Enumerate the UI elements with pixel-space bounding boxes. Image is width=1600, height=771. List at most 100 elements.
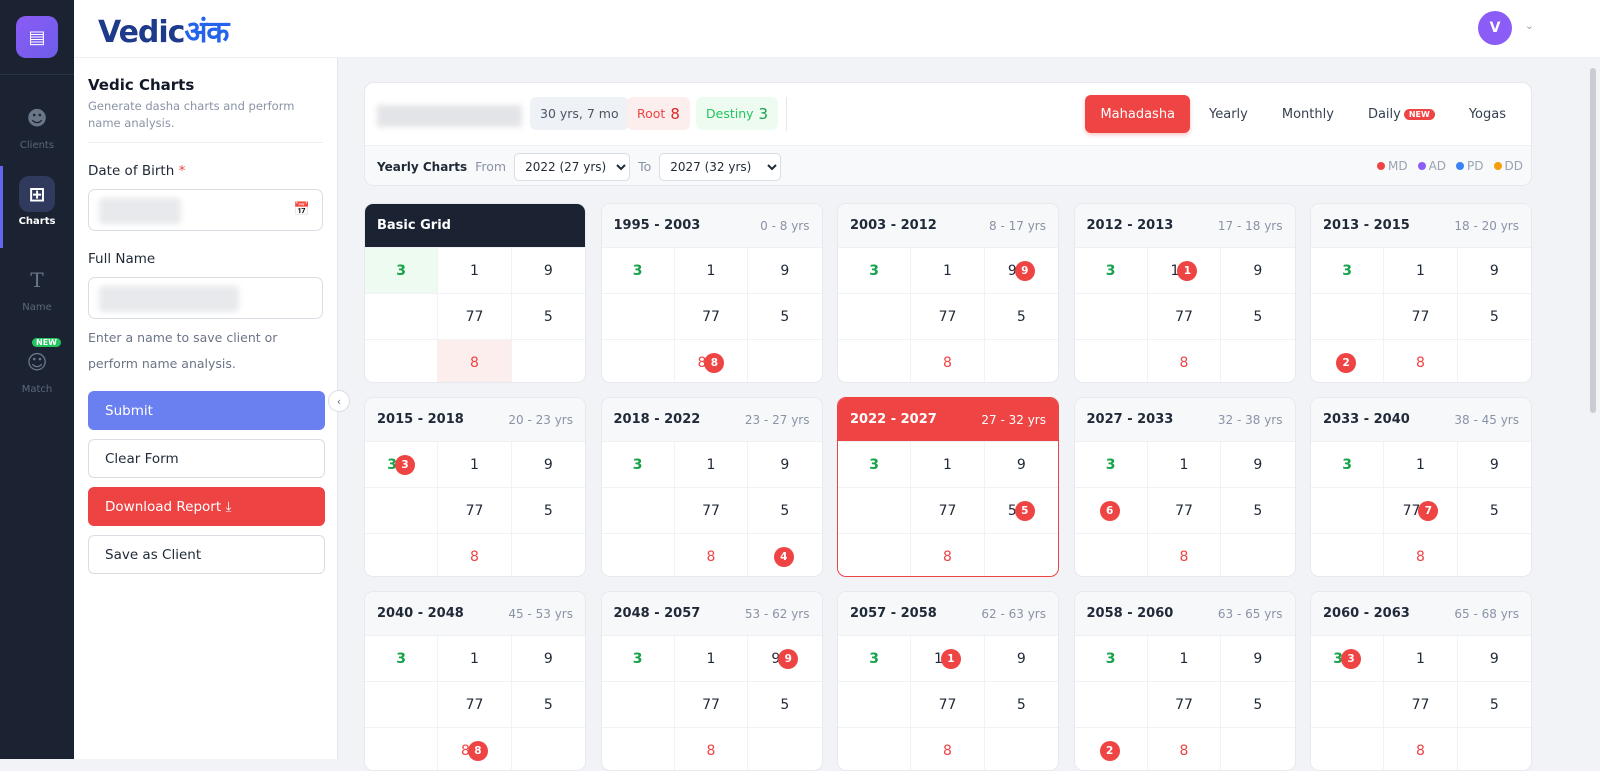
cell-value: 9 bbox=[1489, 262, 1499, 279]
legend-dot bbox=[1417, 162, 1426, 170]
dasha-card[interactable]: 2018 - 2022 23 - 27 yrs 3 1 9 77 5 8 4 bbox=[600, 397, 823, 577]
clear-form-button[interactable]: Clear Form bbox=[88, 439, 325, 478]
year-filter: Yearly Charts From 2022 (27 yrs) To 2027… bbox=[365, 145, 1531, 185]
number-grid: 3 1 9 77 5 2 8 bbox=[1074, 636, 1295, 770]
legend-label: DD bbox=[1504, 159, 1523, 173]
card-years: 20 - 23 yrs bbox=[508, 412, 573, 427]
card-header: 2022 - 2027 27 - 32 yrs bbox=[838, 398, 1058, 442]
brand-logo[interactable]: Vedicअंक bbox=[98, 10, 229, 51]
card-header: 2012 - 2013 17 - 18 yrs bbox=[1074, 204, 1295, 248]
grid-cell bbox=[602, 340, 675, 382]
grid-cell: 77 bbox=[438, 294, 512, 340]
grid-cell: 9 bbox=[1221, 636, 1295, 682]
grid-cell: 3 bbox=[1074, 636, 1148, 682]
scrollbar[interactable] bbox=[1590, 68, 1596, 413]
card-years: 45 - 53 yrs bbox=[508, 606, 573, 621]
calendar-icon[interactable]: 📅 bbox=[294, 202, 310, 217]
dasha-card[interactable]: 2027 - 2033 32 - 38 yrs 3 1 9 6 77 5 8 bbox=[1073, 397, 1296, 577]
grid-cell bbox=[365, 534, 439, 576]
nav-name[interactable]: T Name bbox=[0, 262, 74, 313]
dasha-card[interactable]: 2022 - 2027 27 - 32 yrs 3 1 9 77 5 5 8 bbox=[837, 397, 1059, 577]
grid-cell: 3 bbox=[365, 636, 439, 682]
cell-value: 3 bbox=[1342, 262, 1353, 279]
age-badge: 30 yrs, 7 mo bbox=[530, 97, 629, 130]
grid-cell: 9 bbox=[1457, 636, 1531, 682]
number-grid: 3 1 9 77 7 5 8 bbox=[1311, 442, 1531, 576]
dasha-card[interactable]: 1995 - 2003 0 - 8 yrs 3 1 9 77 5 8 8 bbox=[600, 203, 823, 383]
nav-rail: ▤ ☻ Clients ⊞ Charts T Name NEW ☺ Match bbox=[0, 0, 74, 759]
cell-value: 8 bbox=[1179, 354, 1189, 371]
tab-label: Mahadasha bbox=[1100, 106, 1176, 122]
dasha-card[interactable]: 2013 - 2015 18 - 20 yrs 3 1 9 77 5 2 8 bbox=[1310, 203, 1532, 383]
chevron-down-icon[interactable]: ⌄ bbox=[1525, 19, 1534, 32]
app-logo-icon[interactable]: ▤ bbox=[16, 16, 58, 58]
tab-label: Yogas bbox=[1468, 106, 1506, 122]
grid-cell bbox=[601, 294, 675, 340]
cell-value: 1 bbox=[1179, 650, 1189, 667]
dasha-card[interactable]: 2058 - 2060 63 - 65 yrs 3 1 9 77 5 2 8 bbox=[1073, 591, 1296, 771]
grid-cell: 77 bbox=[1384, 682, 1458, 728]
save-client-button[interactable]: Save as Client bbox=[88, 535, 325, 574]
divider bbox=[0, 74, 74, 75]
card-title: 2015 - 2018 bbox=[377, 412, 464, 427]
download-report-button[interactable]: Download Report ⤓ bbox=[88, 487, 325, 526]
dasha-card[interactable]: 2040 - 2048 45 - 53 yrs 3 1 9 77 5 8 8 bbox=[364, 591, 586, 771]
dasha-card[interactable]: 2057 - 2058 62 - 63 yrs 3 1 1 9 77 5 8 bbox=[837, 591, 1059, 771]
dasha-card[interactable]: 2015 - 2018 20 - 23 yrs 3 3 1 9 77 5 8 bbox=[364, 397, 586, 577]
grid-cell: 9 bbox=[1457, 248, 1531, 294]
card-title: 2022 - 2027 bbox=[850, 412, 937, 427]
grid-cell: 8 bbox=[1148, 534, 1222, 576]
cell-value: 77 bbox=[465, 502, 484, 519]
card-title: 2040 - 2048 bbox=[377, 606, 464, 621]
grid-cell: 9 bbox=[984, 636, 1058, 682]
mahadasha-badge: 3 bbox=[1341, 648, 1362, 669]
cell-value: 5 bbox=[780, 502, 790, 519]
cell-value: 3 bbox=[1105, 456, 1116, 473]
chart-tabs: Mahadasha Yearly Monthly Daily NEW Yogas bbox=[1085, 95, 1521, 133]
dob-field[interactable]: 📅 bbox=[88, 189, 323, 231]
grid-cell bbox=[512, 534, 585, 576]
dasha-card[interactable]: 2060 - 2063 65 - 68 yrs 3 3 1 9 77 5 8 bbox=[1310, 591, 1532, 771]
tab-daily[interactable]: Daily NEW bbox=[1353, 95, 1450, 133]
grid-cell bbox=[838, 488, 912, 534]
grid-cell: 1 bbox=[674, 248, 749, 294]
cell-value: 9 bbox=[780, 456, 790, 473]
user-plus-icon: ☻ bbox=[26, 106, 48, 130]
dasha-card[interactable]: 2012 - 2013 17 - 18 yrs 3 1 1 9 77 5 8 bbox=[1073, 203, 1296, 383]
full-name-field[interactable] bbox=[88, 277, 323, 319]
grid-cell: 5 bbox=[984, 682, 1058, 728]
avatar[interactable]: V bbox=[1478, 11, 1512, 45]
tab-yearly[interactable]: Yearly bbox=[1194, 95, 1263, 133]
nav-match[interactable]: NEW ☺ Match bbox=[0, 338, 74, 395]
tab-yogas[interactable]: Yogas bbox=[1454, 95, 1521, 133]
card-title: 2018 - 2022 bbox=[613, 412, 701, 427]
grid-cell bbox=[512, 728, 585, 770]
grid-cell: 8 bbox=[675, 534, 749, 576]
tab-monthly[interactable]: Monthly bbox=[1267, 95, 1349, 133]
card-title: 2027 - 2033 bbox=[1086, 412, 1174, 427]
number-grid: 3 1 9 77 5 2 8 bbox=[1311, 248, 1531, 382]
grid-cell bbox=[985, 728, 1058, 770]
collapse-panel-button[interactable]: ‹ bbox=[328, 390, 350, 412]
cell-value: 77 bbox=[1411, 696, 1430, 713]
from-label: From bbox=[475, 159, 507, 174]
grid-cell: 88 bbox=[675, 340, 749, 382]
legend-item-pd: PD bbox=[1456, 159, 1484, 173]
dasha-card[interactable]: 2003 - 2012 8 - 17 yrs 3 1 9 9 77 5 8 bbox=[837, 203, 1059, 383]
cell-value: 1 bbox=[470, 456, 479, 473]
card-header: 2015 - 2018 20 - 23 yrs bbox=[365, 398, 585, 442]
to-select[interactable]: 2027 (32 yrs) bbox=[659, 152, 782, 181]
dasha-card[interactable]: 2048 - 2057 53 - 62 yrs 3 1 9 9 77 5 8 bbox=[600, 591, 823, 771]
tab-mahadasha[interactable]: Mahadasha bbox=[1085, 95, 1191, 133]
submit-button[interactable]: Submit bbox=[88, 391, 325, 430]
cell-value: 77 bbox=[702, 696, 720, 713]
top-bar: Vedicअंक V ⌄ bbox=[74, 0, 1600, 58]
cell-value: 1 bbox=[706, 650, 716, 667]
grid-cell: 5 bbox=[1457, 294, 1531, 340]
nav-clients[interactable]: ☻ Clients bbox=[0, 100, 74, 151]
grid-cell: 3 bbox=[1074, 248, 1148, 294]
nav-charts[interactable]: ⊞ Charts bbox=[0, 166, 74, 248]
from-select[interactable]: 2022 (27 yrs) bbox=[514, 152, 631, 181]
dasha-card[interactable]: 2033 - 2040 38 - 45 yrs 3 1 9 77 7 5 8 bbox=[1310, 397, 1532, 577]
cell-value: 5 bbox=[1253, 308, 1263, 325]
